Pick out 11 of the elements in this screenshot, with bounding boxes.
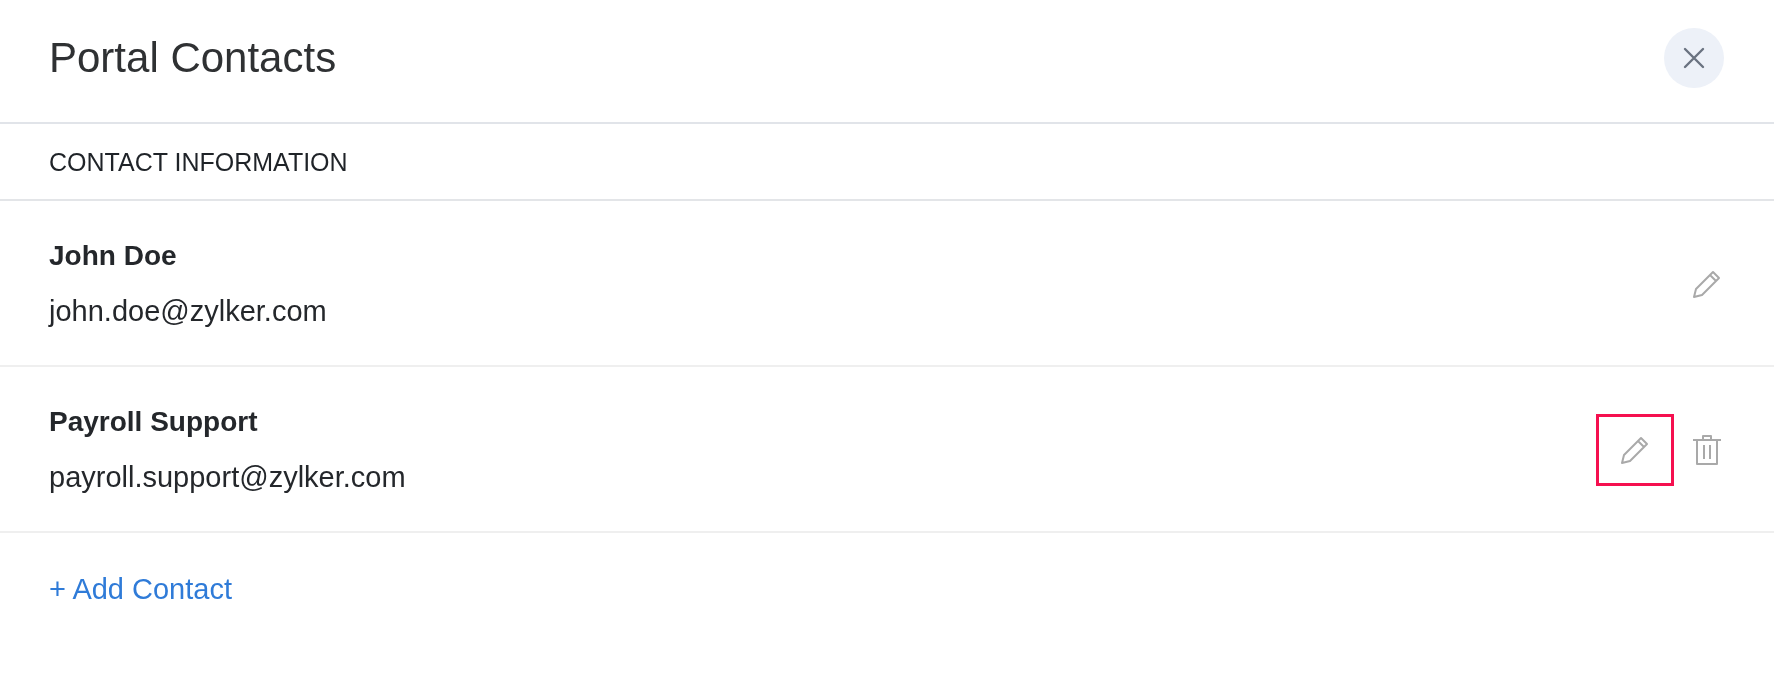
trash-icon	[1691, 433, 1723, 466]
close-icon	[1683, 47, 1705, 69]
section-heading: CONTACT INFORMATION	[49, 146, 348, 177]
contact-name: Payroll Support	[49, 405, 259, 439]
contact-email: payroll.support@zylker.com	[49, 460, 406, 495]
dialog-title: Portal Contacts	[49, 33, 337, 83]
add-contact-link[interactable]: + Add Contact	[49, 573, 232, 605]
contact-email: john.doe@zylker.com	[49, 294, 327, 329]
contact-name: John Doe	[49, 239, 178, 273]
edit-button[interactable]	[1596, 413, 1674, 486]
delete-button[interactable]	[1691, 433, 1723, 466]
